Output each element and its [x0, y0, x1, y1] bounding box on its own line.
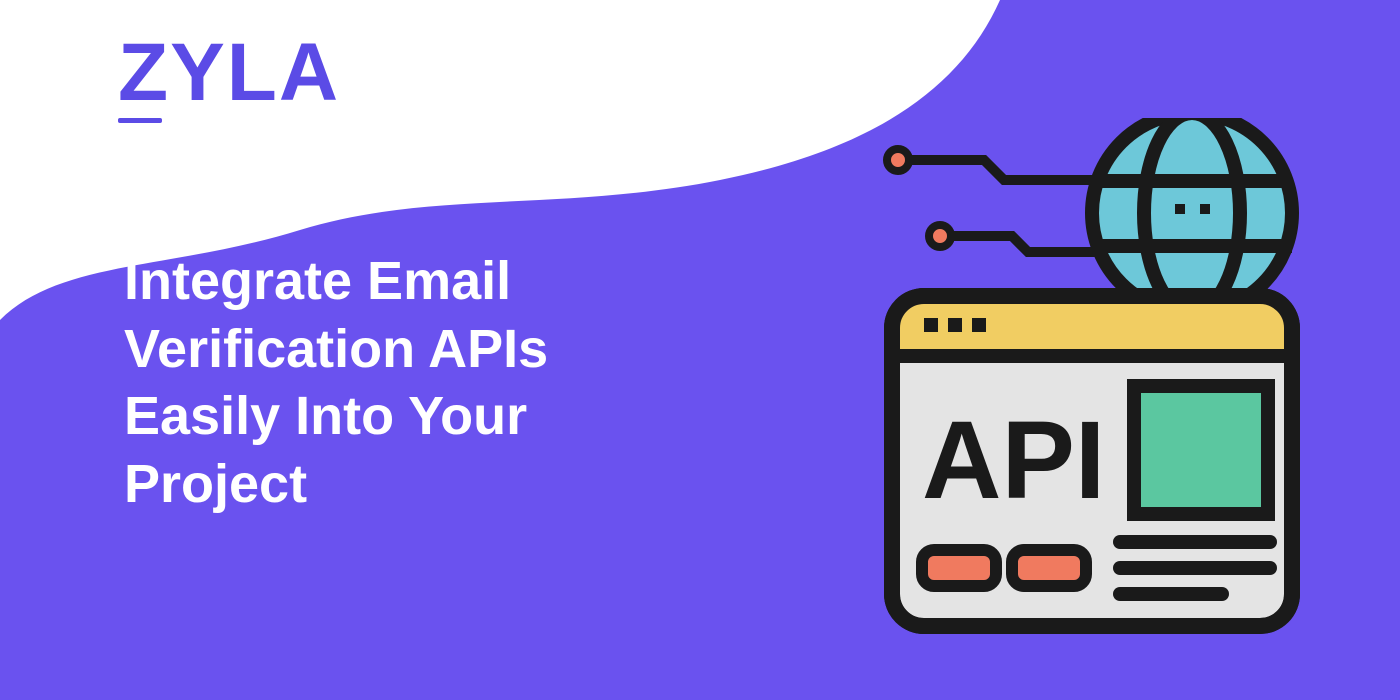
api-illustration: API — [862, 118, 1332, 658]
brand-logo-text: ZYLA — [118, 32, 340, 114]
globe-icon — [1092, 118, 1292, 313]
api-label: API — [922, 399, 1105, 522]
app-window-icon: API — [892, 296, 1292, 626]
hero-headline: Integrate Email Verification APIs Easily… — [124, 248, 684, 518]
hero-banner: ZYLA Integrate Email Verification APIs E… — [0, 0, 1400, 700]
brand-logo: ZYLA — [118, 32, 340, 114]
circuit-connectors-icon — [887, 149, 1096, 252]
brand-logo-underline — [118, 118, 162, 123]
